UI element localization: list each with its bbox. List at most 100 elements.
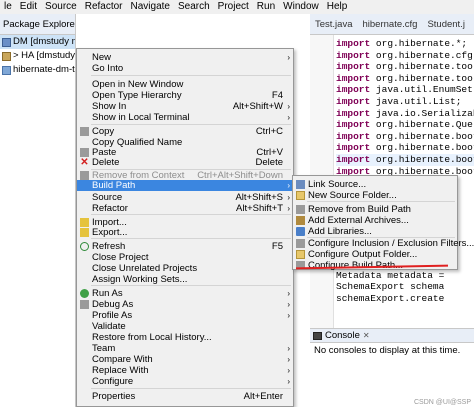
paste-icon xyxy=(80,148,89,157)
menu-item-label: Close Unrelated Projects xyxy=(92,263,198,274)
chevron-right-icon: › xyxy=(287,53,290,62)
menu-item-new-source-folder[interactable]: New Source Folder... xyxy=(293,190,457,201)
menu-item-configure[interactable]: Configure › xyxy=(77,376,293,387)
menu-item-label: Team xyxy=(92,343,116,354)
menu-item-add-external-archives[interactable]: Add External Archives... xyxy=(293,215,457,226)
menu-item-label: Add External Archives... xyxy=(308,215,409,226)
editor-tab[interactable]: hibernate.cfg xyxy=(358,19,423,30)
code-text: java.util.List; xyxy=(370,95,462,107)
menubar-item-source[interactable]: Source xyxy=(41,0,81,14)
code-text: org.hibernate.cfg.*; xyxy=(375,49,474,61)
menu-item-label: Configure Output Folder... xyxy=(308,249,418,260)
chevron-right-icon: › xyxy=(287,181,290,190)
code-line: 10import org.hibernate.boot.M xyxy=(336,142,474,154)
menu-item-close-project[interactable]: Close Project xyxy=(77,252,293,263)
menubar-item-le[interactable]: le xyxy=(0,0,16,14)
keyword: import xyxy=(336,38,371,49)
menu-item-restore-from-local-history[interactable]: Restore from Local History... xyxy=(77,332,293,343)
chevron-right-icon: › xyxy=(287,204,290,213)
menu-item-open-in-new-window[interactable]: Open in New Window xyxy=(77,79,293,90)
chevron-right-icon: › xyxy=(287,113,290,122)
menu-item-label: Refresh xyxy=(92,241,126,252)
menu-item-open-type-hierarchy[interactable]: Open Type Hierarchy F4 xyxy=(77,90,293,101)
menu-item-go-into[interactable]: Go Into xyxy=(77,63,293,74)
keyword: import xyxy=(336,142,371,154)
menu-item-show-in[interactable]: Show In Alt+Shift+W › xyxy=(77,101,293,112)
menu-item-add-libraries[interactable]: Add Libraries... xyxy=(293,226,457,237)
code-text: org.hibernate.boot.r xyxy=(375,153,474,165)
menu-item-configure-inclusion-exclusion-filters[interactable]: Configure Inclusion / Exclusion Filters.… xyxy=(293,238,474,249)
remove-from-build-path-icon xyxy=(296,205,305,214)
tree-item[interactable]: > HA [dmstudy m xyxy=(0,49,75,63)
code-line: 7import java.io.Serializable xyxy=(336,108,474,120)
menu-item-delete[interactable]: ✕ Delete Delete xyxy=(77,157,293,168)
code-text: org.hibernate.boot.M xyxy=(375,142,474,154)
menu-item-run-as[interactable]: Run As › xyxy=(77,288,293,299)
menu-item-team[interactable]: Team › xyxy=(77,343,293,354)
menu-item-debug-as[interactable]: Debug As › xyxy=(77,299,293,310)
menu-item-label: Properties xyxy=(92,391,136,402)
menubar-item-edit[interactable]: Edit xyxy=(16,0,41,14)
menu-item-shortcut: Alt+Enter xyxy=(243,391,283,402)
code-text: org.hibernate.*; xyxy=(370,38,468,49)
chevron-right-icon: › xyxy=(287,311,290,320)
menu-item-new[interactable]: New › xyxy=(77,52,293,63)
editor-tab[interactable]: Student.j xyxy=(422,19,470,30)
menu-item-label: Close Project xyxy=(92,252,149,263)
menu-item-export[interactable]: Export... xyxy=(77,227,293,238)
code-line: 3import org.hibernate.tool.h xyxy=(336,61,474,73)
menu-item-label: New xyxy=(92,52,112,63)
keyword: import xyxy=(336,84,371,96)
tree-item[interactable]: DM [dmstudy ma xyxy=(0,35,75,49)
menu-item-shortcut: Alt+Shift+W xyxy=(232,101,283,112)
menubar-item-window[interactable]: Window xyxy=(279,0,323,14)
menu-item-refresh[interactable]: Refresh F5 xyxy=(77,241,293,252)
menu-item-label: Replace With xyxy=(92,365,149,376)
code-line: 1import org.hibernate.*; xyxy=(336,38,474,50)
menu-item-show-in-local-terminal[interactable]: Show in Local Terminal › xyxy=(77,112,293,123)
menu-item-source[interactable]: Source Alt+Shift+S › xyxy=(77,192,293,203)
console-icon xyxy=(313,331,322,340)
new-source-folder-icon xyxy=(296,191,305,200)
tree-item-label: DM [dmstudy ma xyxy=(13,36,75,47)
menu-item-properties[interactable]: Properties Alt+Enter xyxy=(77,391,293,402)
menu-item-refactor[interactable]: Refactor Alt+Shift+T › xyxy=(77,203,293,214)
menu-item-shortcut: Alt+Shift+S xyxy=(235,192,283,203)
tab-package-explorer[interactable]: Package Explorer ✕ xyxy=(0,14,75,35)
keyword: import xyxy=(336,107,371,119)
menu-item-profile-as[interactable]: Profile As › xyxy=(77,310,293,321)
menubar-item-refactor[interactable]: Refactor xyxy=(81,0,127,14)
menu-item-link-source[interactable]: Link Source... xyxy=(293,179,457,190)
menubar-item-search[interactable]: Search xyxy=(174,0,214,14)
menubar-item-project[interactable]: Project xyxy=(214,0,253,14)
menubar-item-help[interactable]: Help xyxy=(323,0,352,14)
menu-item-label: Show In xyxy=(92,101,127,112)
editor-tab[interactable]: Test.java xyxy=(310,19,358,30)
menu-item-compare-with[interactable]: Compare With › xyxy=(77,354,293,365)
close-icon[interactable]: ✕ xyxy=(363,331,370,340)
menu-item-validate[interactable]: Validate xyxy=(77,321,293,332)
menubar-item-navigate[interactable]: Navigate xyxy=(127,0,174,14)
run-as-icon xyxy=(80,289,89,298)
menu-item-build-path[interactable]: Build Path › xyxy=(77,180,293,191)
menu-item-assign-working-sets[interactable]: Assign Working Sets... xyxy=(77,274,293,285)
console-tab-label: Console xyxy=(325,330,360,341)
menu-item-close-unrelated-projects[interactable]: Close Unrelated Projects xyxy=(77,263,293,274)
remove-from-context-icon xyxy=(80,171,89,180)
code-text: org.hibernate.tool.h xyxy=(375,61,474,73)
menu-item-copy[interactable]: Copy Ctrl+C xyxy=(77,126,293,137)
menu-item-label: Assign Working Sets... xyxy=(92,274,188,285)
menu-item-shortcut: Ctrl+C xyxy=(255,126,283,137)
tab-console[interactable]: Console ✕ xyxy=(310,329,474,343)
menu-separator xyxy=(91,214,291,215)
menu-item-configure-output-folder[interactable]: Configure Output Folder... xyxy=(293,249,457,260)
keyword: import xyxy=(336,153,371,165)
chevron-right-icon: › xyxy=(287,289,290,298)
menu-item-replace-with[interactable]: Replace With › xyxy=(77,365,293,376)
menubar-item-run[interactable]: Run xyxy=(253,0,279,14)
menu-item-label: Add Libraries... xyxy=(308,226,372,237)
code-text: schemaExport.create xyxy=(336,293,445,305)
editor-tabs: Test.java hibernate.cfg Student.j xyxy=(310,14,474,35)
menu-item-remove-from-build-path[interactable]: Remove from Build Path xyxy=(293,204,457,215)
tree-item[interactable]: hibernate-dm-tes xyxy=(0,63,75,77)
